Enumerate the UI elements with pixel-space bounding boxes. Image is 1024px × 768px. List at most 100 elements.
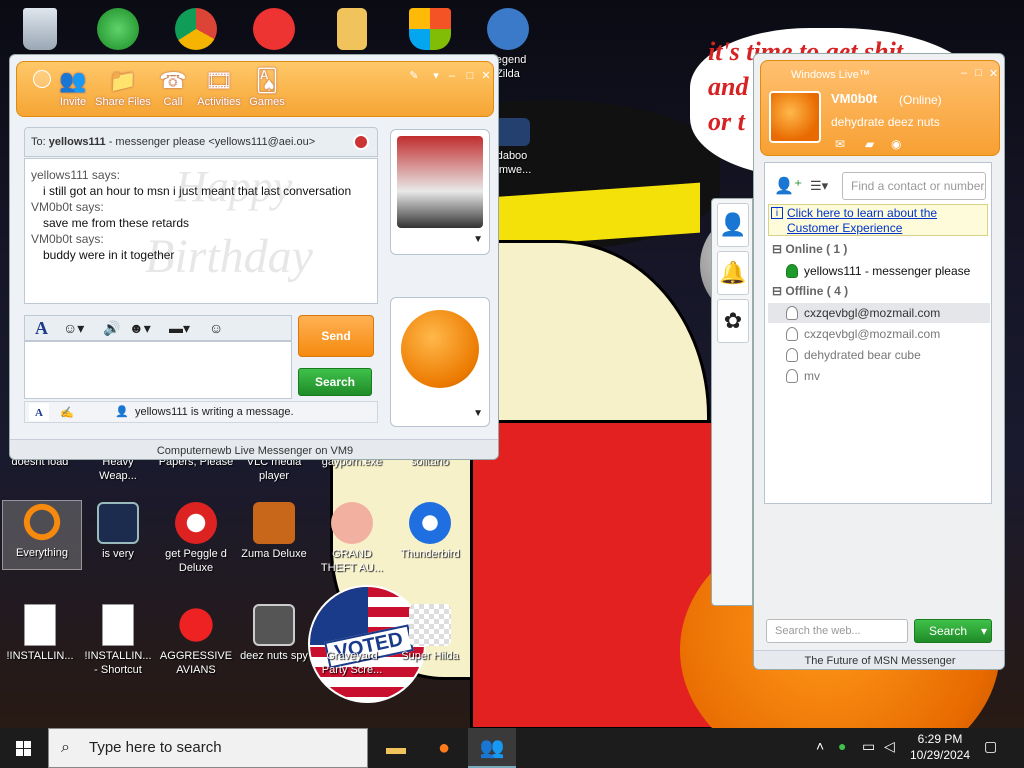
- thunderbird-icon[interactable]: Thunderbird: [390, 502, 470, 561]
- taskbar-search-box[interactable]: ⌕ Type here to search: [48, 728, 368, 768]
- installing-icon[interactable]: !INSTALLIN...: [0, 604, 80, 663]
- gta-icon[interactable]: GRAND THEFT AU...: [312, 502, 392, 575]
- is-very-icon[interactable]: is very: [78, 502, 158, 561]
- contact-list-window[interactable]: Windows Live™ – □ ✕ VM0b0t (Online) dehy…: [753, 53, 1005, 670]
- windows-shield-icon[interactable]: [390, 8, 470, 53]
- offline-status-icon: [786, 306, 798, 320]
- conversation-footer: Computernewb Live Messenger on VM9: [10, 439, 498, 459]
- installing-shortcut-icon[interactable]: !INSTALLIN... - Shortcut: [78, 604, 158, 677]
- collapse-icon[interactable]: ⊟: [772, 284, 782, 298]
- online-group-header[interactable]: ⊟ Online ( 1 ): [772, 242, 847, 256]
- send-button[interactable]: Send: [298, 315, 374, 357]
- installing-label: !INSTALLIN...: [6, 650, 74, 662]
- user-status[interactable]: (Online): [899, 93, 942, 107]
- customer-experience-link[interactable]: Click here to learn about the Customer E…: [787, 206, 937, 235]
- minimize-icon[interactable]: –: [961, 67, 967, 79]
- chrome-icon[interactable]: [156, 8, 236, 53]
- message-input[interactable]: [24, 341, 292, 399]
- online-status-icon: [786, 264, 798, 278]
- graveyard-party-icon[interactable]: Graveyard Party Scre...: [312, 604, 392, 677]
- tray-messenger-icon[interactable]: ●: [838, 738, 846, 754]
- offline-status-icon: [786, 348, 798, 362]
- folder-zip-icon[interactable]: [312, 8, 392, 53]
- conversation-toolbar: 👥 Invite 📁 Share Files ☎ Call 🎞 Activities 🂡…: [16, 61, 494, 117]
- font-icon[interactable]: A: [35, 319, 48, 337]
- font-tab-icon[interactable]: A: [29, 403, 49, 421]
- find-contact-input[interactable]: Find a contact or number...: [842, 172, 986, 200]
- user-avatar[interactable]: [769, 91, 821, 143]
- start-button[interactable]: [0, 728, 48, 768]
- peggle-deluxe-icon[interactable]: get Peggle d Deluxe: [156, 502, 236, 575]
- mail-icon[interactable]: ✉: [835, 137, 845, 151]
- user-name[interactable]: VM0b0t: [831, 91, 877, 106]
- aggressive-avians-icon[interactable]: AGGRESSIVE AVIANS: [156, 604, 236, 677]
- folder-icon[interactable]: ▰: [865, 137, 874, 151]
- invite-button[interactable]: 👥 Invite: [45, 68, 101, 108]
- paint-bucket-icon[interactable]: ✎: [407, 70, 421, 82]
- emoticon-icon[interactable]: ☺▾: [63, 319, 84, 337]
- wink-icon[interactable]: ☻▾: [129, 319, 151, 337]
- offline-group-header[interactable]: ⊟ Offline ( 4 ): [772, 284, 848, 298]
- to-name: yellows111: [48, 136, 106, 148]
- peggle-top-icon[interactable]: [234, 8, 314, 53]
- to-label: To:: [31, 136, 46, 148]
- contact-item[interactable]: cxzqevbgl@mozmail.com: [768, 303, 990, 323]
- close-icon[interactable]: ✕: [479, 70, 493, 82]
- maximize-icon[interactable]: □: [463, 70, 477, 82]
- voice-clip-icon[interactable]: 🔊: [103, 319, 120, 337]
- chevron-down-icon[interactable]: ▾: [981, 620, 987, 642]
- personal-message[interactable]: dehydrate deez nuts: [831, 115, 940, 129]
- volume-icon[interactable]: ◁: [884, 738, 895, 755]
- search-button[interactable]: Search: [298, 368, 372, 396]
- everything-icon[interactable]: Everything: [2, 500, 82, 570]
- zuma-deluxe-icon[interactable]: Zuma Deluxe: [234, 502, 314, 561]
- maximize-icon[interactable]: □: [975, 67, 982, 79]
- message-history[interactable]: Happy Birthday yellows111 says: i still …: [24, 158, 378, 304]
- minimize-icon[interactable]: –: [445, 70, 459, 82]
- close-icon[interactable]: ✕: [989, 67, 998, 80]
- collapse-icon[interactable]: ⊟: [772, 242, 782, 256]
- dropdown-icon[interactable]: ▾: [429, 70, 443, 82]
- invite-icon: 👥: [59, 68, 87, 93]
- deez-nuts-spy-icon[interactable]: deez nuts spy: [234, 604, 314, 663]
- today-flower-icon[interactable]: ✿: [717, 299, 749, 343]
- background-icon[interactable]: ▬▾: [169, 319, 190, 337]
- contact-list-header: Windows Live™ – □ ✕ VM0b0t (Online) dehy…: [760, 60, 1000, 156]
- contact-name: cxzqevbgl@mozmail.com: [804, 327, 941, 341]
- contact-item[interactable]: dehydrated bear cube: [768, 345, 990, 365]
- contact-item[interactable]: cxzqevbgl@mozmail.com: [768, 324, 990, 344]
- clock-time: 6:29 PM: [917, 732, 963, 746]
- my-display-picture[interactable]: ▼: [390, 297, 490, 427]
- online-group-label: Online ( 1 ): [785, 242, 848, 256]
- recycle-bin-icon[interactable]: [0, 8, 80, 53]
- block-icon[interactable]: [353, 134, 369, 150]
- notification-icon[interactable]: ▢: [984, 738, 997, 755]
- chevron-down-icon[interactable]: ▼: [473, 234, 483, 245]
- tray-chevron-icon[interactable]: ˄: [816, 738, 824, 754]
- firefox-icon[interactable]: ●: [420, 728, 468, 768]
- web-search-input[interactable]: Search the web...: [766, 619, 908, 643]
- clock[interactable]: 6:29 PM 10/29/2024: [900, 731, 980, 763]
- deez-nuts-spy-label: deez nuts spy: [240, 650, 308, 662]
- messenger-desktop-icon[interactable]: [78, 8, 158, 53]
- contacts-tab-icon[interactable]: 👤: [717, 203, 749, 247]
- info-bar[interactable]: i Click here to learn about the Customer…: [768, 204, 988, 236]
- messenger-taskbar-icon[interactable]: 👥: [468, 728, 516, 768]
- list-options-icon[interactable]: ☰▾: [810, 178, 828, 194]
- globe-icon[interactable]: ◉: [891, 137, 901, 151]
- conversation-window[interactable]: 👥 Invite 📁 Share Files ☎ Call 🎞 Activities 🂡…: [9, 54, 499, 460]
- super-hilda-icon[interactable]: Super Hilda: [390, 604, 470, 663]
- contact-display-picture[interactable]: ▼: [390, 129, 490, 255]
- contact-item[interactable]: mv: [768, 366, 990, 386]
- contact-item[interactable]: yellows111 - messenger please: [768, 261, 990, 281]
- share-files-button[interactable]: 📁 Share Files: [95, 68, 151, 108]
- add-contact-icon[interactable]: 👤⁺: [774, 176, 802, 196]
- web-search-button[interactable]: Search ▾: [914, 619, 992, 643]
- games-button[interactable]: 🂡 Games: [239, 68, 295, 108]
- network-icon[interactable]: ▭: [862, 738, 875, 755]
- handwriting-icon[interactable]: ✍: [57, 403, 77, 421]
- file-explorer-icon[interactable]: ▬: [372, 728, 420, 768]
- nudge-icon[interactable]: ☺: [209, 319, 223, 337]
- alerts-bell-icon[interactable]: 🔔: [717, 251, 749, 295]
- chevron-down-icon[interactable]: ▼: [473, 408, 483, 419]
